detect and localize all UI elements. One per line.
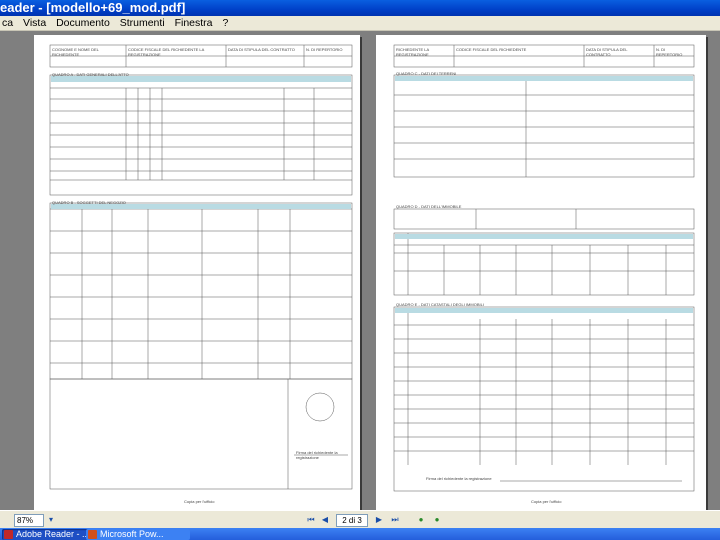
taskbar-button-powerpoint[interactable]: Microsoft Pow... <box>86 529 190 540</box>
menu-item-help[interactable]: ? <box>220 16 233 30</box>
menu-bar: ca Vista Documento Strumenti Finestra ? <box>0 16 720 31</box>
header-label-1: COGNOME E NOME DEL RICHIEDENTE <box>52 47 99 57</box>
section-d-title: QUADRO D - DATI DELL'IMMOBILE <box>396 204 462 209</box>
form-page-right-drawing <box>393 44 695 492</box>
section-a-title: QUADRO A - DATI GENERALI DELL'ATTO <box>52 72 129 77</box>
taskbar-label: Adobe Reader - ... <box>16 529 90 539</box>
stamp-caption: Firma del richiedente la registrazione <box>296 450 338 460</box>
menu-item-file[interactable]: ca <box>0 16 18 30</box>
section-e-title: QUADRO E - DATI CATASTALI DEGLI IMMOBILI <box>396 302 484 307</box>
zoom-field[interactable]: 87% <box>14 514 44 527</box>
last-page-icon[interactable]: ⏭ <box>390 515 400 525</box>
first-page-icon[interactable]: ⏮ <box>306 515 316 525</box>
menu-item-tools[interactable]: Strumenti <box>118 16 170 30</box>
form-page-left-drawing <box>49 44 353 490</box>
next-page-icon[interactable]: ▶ <box>374 515 384 525</box>
title-bar: eader - [modello+69_mod.pdf] <box>0 0 720 16</box>
menu-item-document[interactable]: Documento <box>54 16 115 30</box>
taskbar: Adobe Reader - ... Microsoft Pow... <box>0 528 720 540</box>
page-footer-left: Copia per l'ufficio <box>184 499 215 504</box>
zoom-dropdown-icon[interactable]: ▾ <box>46 515 56 525</box>
pdf-page-right: QUADRO C - DATI DEI TERRENI QUADRO D - D… <box>376 35 706 510</box>
header-label-4: N. DI REPERTORIO <box>656 47 683 57</box>
header-label-3: DATA DI STIPULA DEL CONTRATTO <box>228 47 295 52</box>
header-label-3: DATA DI STIPULA DEL CONTRATTO <box>586 47 628 57</box>
section-c-title: QUADRO C - DATI DEI TERRENI <box>396 71 457 76</box>
adobe-reader-icon <box>4 530 13 539</box>
back-icon[interactable]: ● <box>416 515 426 525</box>
header-label-2: CODICE FISCALE DEL RICHIEDENTE <box>456 47 527 52</box>
header-label-1: RICHIEDENTE LA REGISTRAZIONE <box>396 47 429 57</box>
window-title: eader - [modello+69_mod.pdf] <box>0 0 186 15</box>
forward-icon[interactable]: ● <box>432 515 442 525</box>
status-bar: 87% ▾ ⏮ ◀ 2 di 3 ▶ ⏭ ● ● <box>0 510 720 529</box>
section-b-title: QUADRO B - SOGGETTI DEL NEGOZIO <box>52 200 126 205</box>
header-label-2: CODICE FISCALE DEL RICHIEDENTE LA REGIST… <box>128 47 205 57</box>
page-number-field[interactable]: 2 di 3 <box>336 514 368 527</box>
menu-item-window[interactable]: Finestra <box>173 16 218 30</box>
signature-label: Firma del richiedente la registrazione <box>426 476 492 481</box>
menu-item-view[interactable]: Vista <box>21 16 51 30</box>
taskbar-button-adobe-reader[interactable]: Adobe Reader - ... <box>2 529 92 540</box>
pdf-page-left: QUADRO A - DATI GENERALI DELL'ATTO QUADR… <box>34 35 360 510</box>
page-footer-right: Copia per l'ufficio <box>531 499 562 504</box>
header-label-4: N. DI REPERTORIO <box>306 47 343 52</box>
taskbar-label: Microsoft Pow... <box>100 529 164 539</box>
prev-page-icon[interactable]: ◀ <box>320 515 330 525</box>
document-viewport[interactable]: QUADRO A - DATI GENERALI DELL'ATTO QUADR… <box>0 31 720 510</box>
powerpoint-icon <box>88 530 97 539</box>
